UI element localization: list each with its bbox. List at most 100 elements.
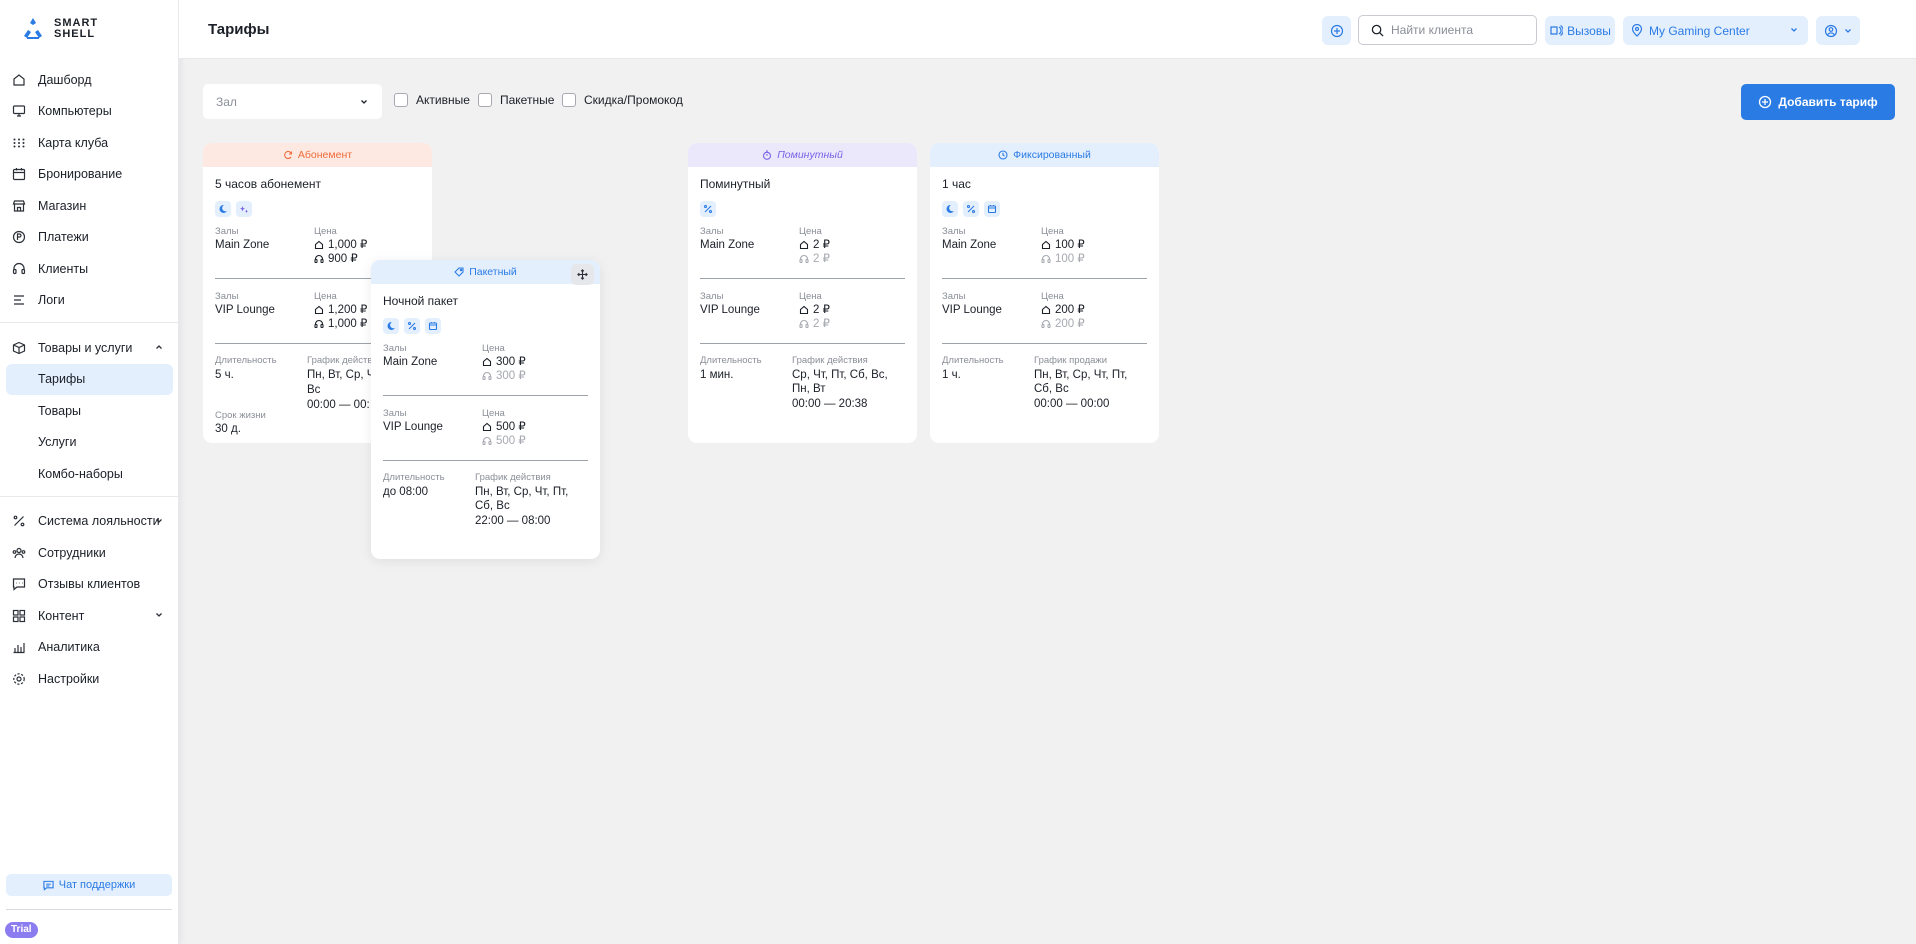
discount-checkbox[interactable]: [562, 93, 576, 107]
sidebar-item-label: Система лояльности: [38, 514, 160, 529]
sidebar-item-logs[interactable]: Логи: [0, 285, 179, 317]
club-selector[interactable]: My Gaming Center: [1623, 16, 1808, 45]
zones-label: Залы: [215, 291, 239, 302]
nav-divider: [0, 322, 179, 323]
sidebar-item-tariffs[interactable]: Тарифы: [6, 363, 173, 395]
price-value: 900 ₽: [328, 253, 358, 265]
support-chat-button[interactable]: Чат поддержки: [6, 874, 172, 896]
card-type-label: Пакетный: [469, 266, 517, 278]
hall-select[interactable]: Зал: [203, 84, 382, 119]
add-tariff-button[interactable]: Добавить тариф: [1741, 84, 1895, 120]
zone-row: Залы Main Zone Цена 300 ₽ 300 ₽: [383, 343, 588, 396]
tariff-name: Поминутный: [700, 177, 771, 191]
meta-row: Длительность 1 мин. График действия Ср, …: [700, 355, 905, 427]
tariff-card-package[interactable]: Пакетный Ночной пакет Залы Main Zone Цен…: [371, 260, 600, 559]
filter-discount[interactable]: Скидка/Промокод: [562, 93, 683, 107]
headset-icon: [799, 254, 809, 264]
zone-name: Main Zone: [700, 239, 755, 251]
sidebar-item-label: Услуги: [38, 435, 77, 450]
price-value: 200 ₽: [1055, 318, 1085, 330]
chat-icon: [12, 577, 26, 592]
zone-row: Залы VIP Lounge Цена 200 ₽ 200 ₽: [942, 291, 1147, 344]
card-type-label: Абонемент: [297, 149, 353, 161]
price-value: 100 ₽: [1055, 239, 1085, 251]
sidebar-item-loyalty[interactable]: Система лояльности: [0, 506, 179, 538]
trial-badge: Trial: [5, 922, 38, 938]
sidebar-item-reviews[interactable]: Отзывы клиентов: [0, 569, 179, 601]
percent-icon: [12, 514, 26, 528]
meta-row: Длительность 1 ч. График продажи Пн, Вт,…: [942, 355, 1147, 427]
price-value: 200 ₽: [1055, 304, 1085, 316]
sidebar-item-club-map[interactable]: Карта клуба: [0, 127, 179, 159]
home-icon: [12, 73, 26, 87]
user-menu-button[interactable]: [1816, 16, 1860, 45]
schedule-label: График действия: [792, 355, 868, 366]
sidebar-item-settings[interactable]: Настройки: [0, 663, 179, 695]
price-value: 1,200 ₽: [328, 304, 368, 316]
apps-icon: [12, 609, 26, 623]
zones-label: Залы: [942, 226, 966, 237]
zones-label: Залы: [700, 291, 724, 302]
sidebar-item-clients[interactable]: Клиенты: [0, 253, 179, 285]
zone-name: Main Zone: [942, 239, 997, 251]
calls-button[interactable]: Вызовы: [1545, 16, 1615, 45]
brand-line2: SHELL: [54, 28, 96, 40]
calendar-icon: [425, 318, 441, 334]
drag-handle[interactable]: [571, 264, 594, 285]
zones-label: Залы: [215, 226, 239, 237]
duration-label: Длительность: [700, 355, 762, 366]
package-checkbox[interactable]: [478, 93, 492, 107]
price-value: 2 ₽: [813, 253, 830, 265]
sidebar-item-label: Товары и услуги: [38, 340, 133, 355]
active-checkbox[interactable]: [394, 93, 408, 107]
sidebar-item-label: Клиенты: [38, 261, 89, 276]
zone-name: Main Zone: [383, 356, 438, 368]
sidebar-item-combo-sets[interactable]: Комбо-наборы: [0, 458, 179, 490]
page-title: Тарифы: [208, 21, 270, 38]
sidebar-item-content[interactable]: Контент: [0, 600, 179, 632]
price-label: Цена: [482, 408, 505, 419]
location-pin-icon: [1631, 24, 1643, 37]
schedule-time: 22:00 — 08:00: [475, 515, 551, 527]
sidebar-item-services[interactable]: Услуги: [0, 427, 179, 459]
card-type-header: Поминутный: [688, 143, 917, 167]
clock-icon: [998, 150, 1008, 160]
sidebar-item-shop[interactable]: Магазин: [0, 190, 179, 222]
filter-package[interactable]: Пакетные: [478, 93, 554, 107]
duration-label: Длительность: [383, 472, 445, 483]
sidebar-item-computers[interactable]: Компьютеры: [0, 96, 179, 128]
sidebar-item-label: Тарифы: [38, 372, 86, 387]
sidebar-item-label: Карта клуба: [38, 135, 109, 150]
filter-active[interactable]: Активные: [394, 93, 470, 107]
chart-icon: [12, 640, 26, 654]
sidebar-item-payments[interactable]: Платежи: [0, 222, 179, 254]
tariff-card-fixed[interactable]: Фиксированный 1 час Залы Main Zone Цена …: [930, 143, 1159, 443]
brand-logo[interactable]: SMART SHELL: [20, 16, 98, 42]
tariff-card-per-minute[interactable]: Поминутный Поминутный Залы Main Zone Цен…: [688, 143, 917, 443]
zone-name: VIP Lounge: [215, 304, 275, 316]
sidebar-item-staff[interactable]: Сотрудники: [0, 537, 179, 569]
sidebar-item-booking[interactable]: Бронирование: [0, 159, 179, 191]
sidebar-item-label: Настройки: [38, 671, 100, 686]
card-type-label: Поминутный: [777, 149, 843, 161]
schedule-days: Пн, Вт, Ср, Чт, Пт, Сб, Вс: [475, 486, 569, 512]
client-search[interactable]: [1358, 15, 1537, 45]
sidebar-item-label: Комбо-наборы: [38, 466, 123, 481]
search-input[interactable]: [1391, 23, 1521, 37]
sidebar-item-analytics[interactable]: Аналитика: [0, 632, 179, 664]
duration-value: 1 ч.: [942, 369, 961, 381]
headset-icon: [799, 319, 809, 329]
users-icon: [12, 546, 26, 560]
sidebar-item-goods-services[interactable]: Товары и услуги: [0, 332, 179, 364]
sidebar-item-label: Магазин: [38, 198, 87, 213]
filter-label: Пакетные: [500, 93, 555, 107]
sidebar-item-dashboard[interactable]: Дашборд: [0, 64, 179, 96]
main-nav: Дашборд Компьютеры Карта клуба Бронирова…: [0, 64, 179, 695]
add-tariff-label: Добавить тариф: [1778, 95, 1878, 109]
sidebar-item-label: Платежи: [38, 230, 89, 245]
quick-add-button[interactable]: [1322, 16, 1351, 45]
price-value: 500 ₽: [496, 421, 526, 433]
coin-icon: [12, 230, 26, 244]
sparkle-icon: [236, 201, 252, 217]
sidebar-item-products[interactable]: Товары: [0, 395, 179, 427]
